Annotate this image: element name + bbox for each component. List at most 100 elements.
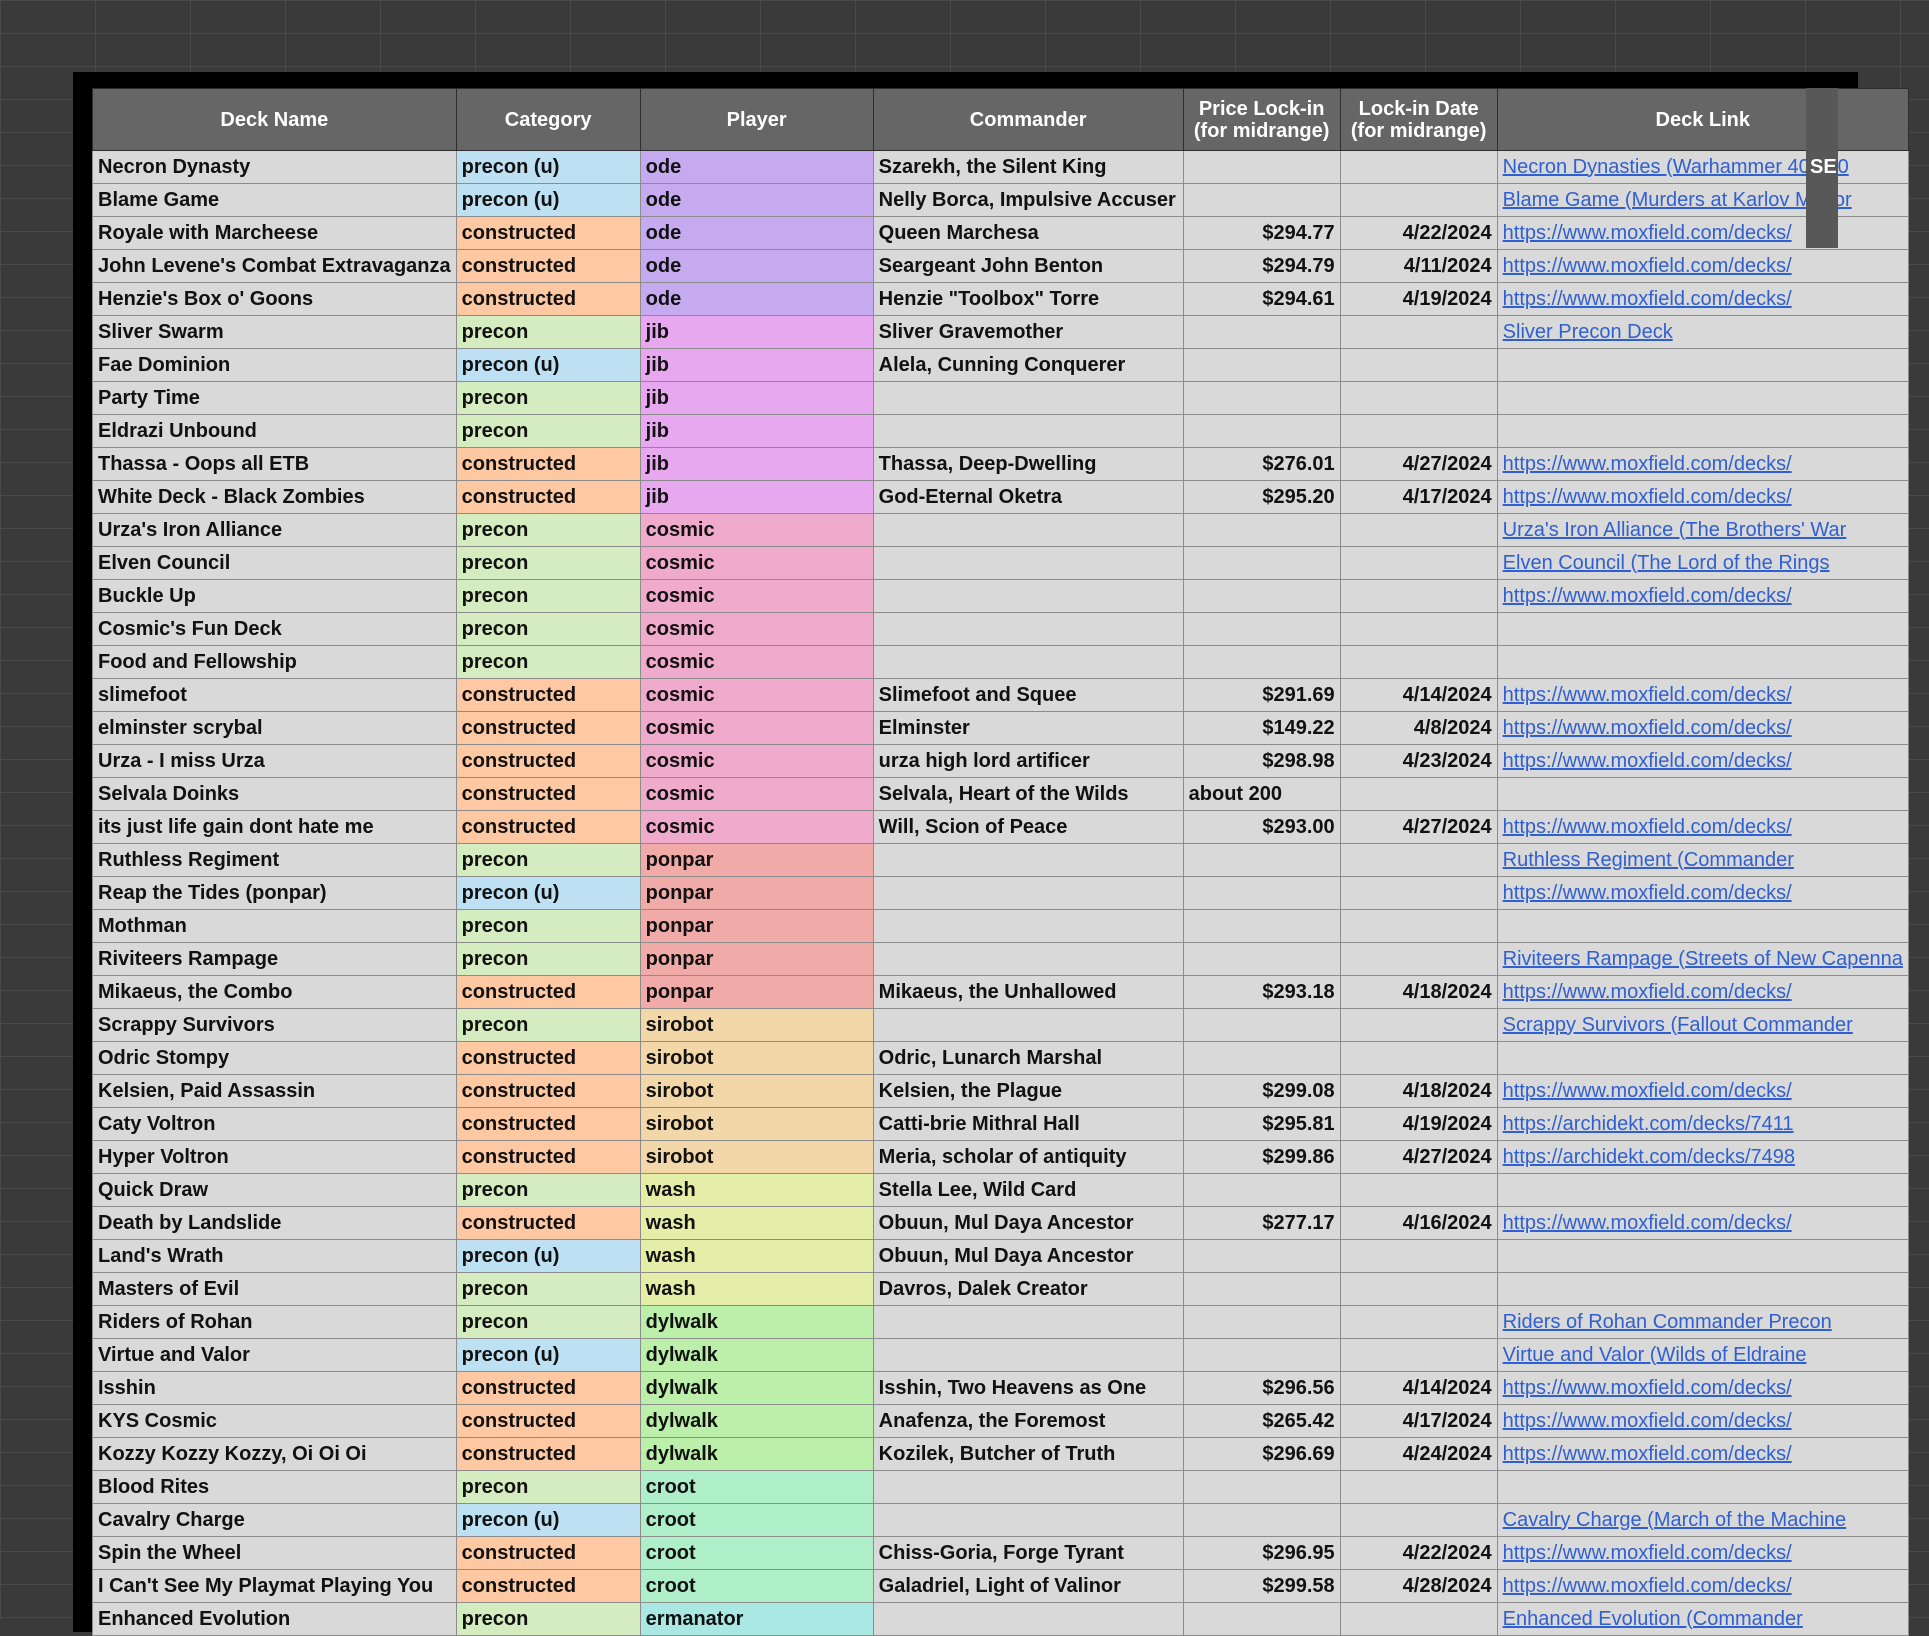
cell-commander[interactable] (872, 1602, 1184, 1636)
cell-category[interactable]: precon (455, 1602, 641, 1636)
table-row[interactable]: Quick Draw precon wash Stella Lee, Wild Car… (92, 1173, 1909, 1207)
table-row[interactable]: John Levene's Combat Extravaganza constru… (92, 249, 1909, 283)
cell-commander[interactable]: Galadriel, Light of Valinor (872, 1569, 1184, 1603)
cell-deck-name[interactable]: Ruthless Regiment (92, 843, 457, 877)
cell-price[interactable] (1182, 942, 1341, 976)
cell-deck-name[interactable]: Reap the Tides (ponpar) (92, 876, 457, 910)
cell-commander[interactable]: Will, Scion of Peace (872, 810, 1184, 844)
table-row[interactable]: Riders of Rohan precon dylwalk Riders of Ro… (92, 1305, 1909, 1339)
table-row[interactable]: Sliver Swarm precon jib Sliver Gravemother S… (92, 315, 1909, 349)
cell-category[interactable]: precon (u) (455, 876, 641, 910)
cell-category[interactable]: constructed (455, 777, 641, 811)
cell-deck-name[interactable]: Kelsien, Paid Assassin (92, 1074, 457, 1108)
cell-date[interactable]: 4/22/2024 (1339, 216, 1498, 250)
cell-price[interactable] (1182, 1503, 1341, 1537)
cell-category[interactable]: precon (455, 1173, 641, 1207)
cell-date[interactable] (1339, 1008, 1498, 1042)
cell-deck-name[interactable]: Riviteers Rampage (92, 942, 457, 976)
cell-category[interactable]: constructed (455, 1371, 641, 1405)
cell-commander[interactable]: Alela, Cunning Conquerer (872, 348, 1184, 382)
cell-price[interactable] (1182, 315, 1341, 349)
cell-price[interactable]: $295.20 (1182, 480, 1341, 514)
cell-deck-name[interactable]: Odric Stompy (92, 1041, 457, 1075)
deck-link[interactable]: https://www.moxfield.com/decks/ (1503, 453, 1792, 475)
cell-deck-name[interactable]: Riders of Rohan (92, 1305, 457, 1339)
table-row[interactable]: its just life gain dont hate me construct… (92, 810, 1909, 844)
cell-category[interactable]: constructed (455, 1569, 641, 1603)
table-row[interactable]: Hyper Voltron constructed sirobot Meria, sc… (92, 1140, 1909, 1174)
cell-deck-name[interactable]: Mikaeus, the Combo (92, 975, 457, 1009)
cell-player[interactable]: cosmic (639, 513, 874, 547)
cell-price[interactable] (1182, 1602, 1341, 1636)
table-row[interactable]: Masters of Evil precon wash Davros, Dalek C… (92, 1272, 1909, 1306)
cell-date[interactable]: 4/14/2024 (1339, 1371, 1498, 1405)
cell-player[interactable]: cosmic (639, 579, 874, 613)
cell-category[interactable]: precon (u) (455, 1503, 641, 1537)
cell-commander[interactable]: Mikaeus, the Unhallowed (872, 975, 1184, 1009)
deck-link[interactable]: https://archidekt.com/decks/7498 (1503, 1146, 1795, 1168)
deck-link[interactable]: https://www.moxfield.com/decks/ (1503, 222, 1792, 244)
cell-price[interactable]: $299.08 (1182, 1074, 1341, 1108)
cell-date[interactable] (1339, 1173, 1498, 1207)
cell-category[interactable]: constructed (455, 1437, 641, 1471)
deck-link[interactable]: https://www.moxfield.com/decks/ (1503, 1443, 1792, 1465)
deck-link[interactable]: https://www.moxfield.com/decks/ (1503, 1377, 1792, 1399)
cell-date[interactable] (1339, 381, 1498, 415)
deck-link[interactable]: Virtue and Valor (Wilds of Eldraine (1503, 1344, 1807, 1366)
cell-deck-name[interactable]: Spin the Wheel (92, 1536, 457, 1570)
cell-commander[interactable] (872, 612, 1184, 646)
cell-deck-name[interactable]: Enhanced Evolution (92, 1602, 457, 1636)
cell-price[interactable] (1182, 645, 1341, 679)
cell-price[interactable] (1182, 843, 1341, 877)
cell-price[interactable]: about 200 (1182, 777, 1341, 811)
cell-date[interactable] (1339, 843, 1498, 877)
table-row[interactable]: elminster scrybal constructed cosmic Elmins… (92, 711, 1909, 745)
table-row[interactable]: Blood Rites precon croot (92, 1470, 1909, 1504)
cell-deck-name[interactable]: Eldrazi Unbound (92, 414, 457, 448)
cell-commander[interactable]: Kelsien, the Plague (872, 1074, 1184, 1108)
cell-date[interactable]: 4/17/2024 (1339, 480, 1498, 514)
cell-date[interactable] (1339, 876, 1498, 910)
cell-player[interactable]: ode (639, 150, 874, 184)
cell-player[interactable]: ode (639, 216, 874, 250)
cell-commander[interactable]: Seargeant John Benton (872, 249, 1184, 283)
cell-commander[interactable] (872, 1008, 1184, 1042)
cell-player[interactable]: cosmic (639, 777, 874, 811)
cell-deck-name[interactable]: slimefoot (92, 678, 457, 712)
cell-commander[interactable] (872, 1503, 1184, 1537)
cell-date[interactable]: 4/18/2024 (1339, 1074, 1498, 1108)
cell-category[interactable]: constructed (455, 1140, 641, 1174)
cell-category[interactable]: constructed (455, 711, 641, 745)
cell-category[interactable]: precon (455, 546, 641, 580)
deck-link[interactable]: Blame Game (Murders at Karlov Manor (1503, 189, 1852, 211)
cell-player[interactable]: wash (639, 1173, 874, 1207)
deck-link[interactable]: https://www.moxfield.com/decks/ (1503, 1212, 1792, 1234)
cell-date[interactable] (1339, 612, 1498, 646)
table-row[interactable]: Isshin constructed dylwalk Isshin, Two Heav… (92, 1371, 1909, 1405)
cell-commander[interactable]: Obuun, Mul Daya Ancestor (872, 1239, 1184, 1273)
cell-price[interactable] (1182, 414, 1341, 448)
cell-deck-name[interactable]: I Can't See My Playmat Playing You (92, 1569, 457, 1603)
cell-commander[interactable] (872, 909, 1184, 943)
cell-price[interactable]: $293.18 (1182, 975, 1341, 1009)
cell-deck-name[interactable]: Hyper Voltron (92, 1140, 457, 1174)
table-row[interactable]: Selvala Doinks constructed cosmic Selvala, … (92, 777, 1909, 811)
cell-category[interactable]: precon (u) (455, 183, 641, 217)
cell-commander[interactable]: Catti-brie Mithral Hall (872, 1107, 1184, 1141)
table-row[interactable]: Enhanced Evolution precon ermanator Enhance… (92, 1602, 1909, 1636)
table-row[interactable]: Fae Dominion precon (u) jib Alela, Cunning … (92, 348, 1909, 382)
cell-date[interactable]: 4/22/2024 (1339, 1536, 1498, 1570)
cell-date[interactable] (1339, 513, 1498, 547)
table-row[interactable]: Eldrazi Unbound precon jib (92, 414, 1909, 448)
cell-category[interactable]: constructed (455, 1206, 641, 1240)
deck-link[interactable]: Riviteers Rampage (Streets of New Capenn… (1503, 948, 1903, 970)
cell-date[interactable] (1339, 579, 1498, 613)
table-row[interactable]: Scrappy Survivors precon sirobot Scrappy Su… (92, 1008, 1909, 1042)
cell-deck-name[interactable]: Kozzy Kozzy Kozzy, Oi Oi Oi (92, 1437, 457, 1471)
header-deck-name[interactable]: Deck Name (92, 88, 457, 151)
cell-date[interactable] (1339, 1470, 1498, 1504)
cell-price[interactable] (1182, 1470, 1341, 1504)
table-row[interactable]: Blame Game precon (u) ode Nelly Borca, Impu… (92, 183, 1909, 217)
cell-commander[interactable] (872, 513, 1184, 547)
cell-commander[interactable]: Isshin, Two Heavens as One (872, 1371, 1184, 1405)
